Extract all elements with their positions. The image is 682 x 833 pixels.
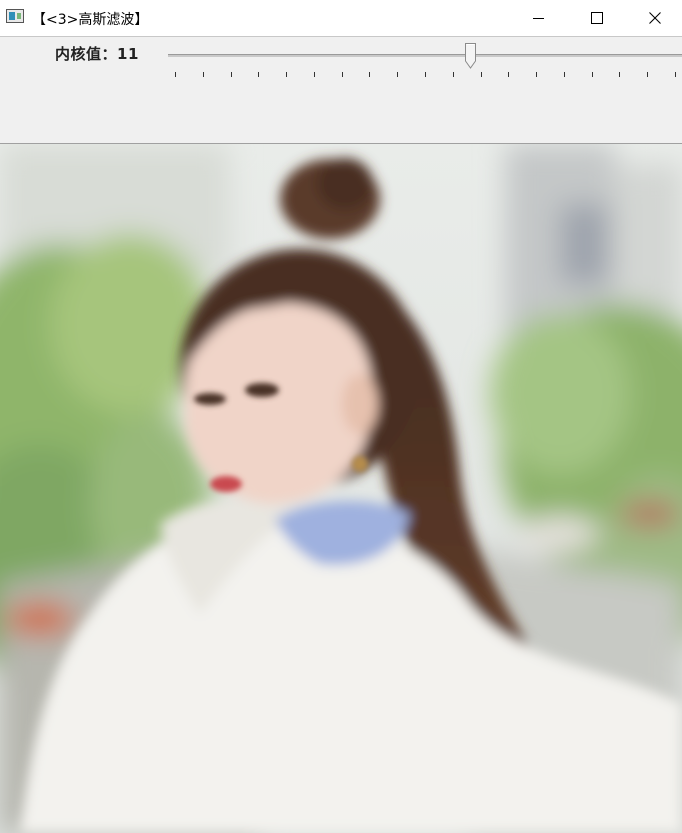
trackbar-value: 11: [117, 45, 139, 63]
slider-tick: [675, 72, 676, 77]
trackbar-panel: 内核值：11: [0, 36, 682, 144]
slider-tick: [341, 72, 343, 77]
slider-tick: [397, 72, 399, 77]
app-icon: [6, 9, 24, 23]
slider-thumb[interactable]: [465, 43, 476, 69]
slider-tick: [563, 72, 565, 77]
slider-tick: [230, 72, 232, 77]
maximize-icon: [591, 12, 603, 24]
slider-tick: [452, 72, 454, 77]
kernel-size-slider[interactable]: [168, 43, 682, 83]
slider-tick: [480, 72, 482, 77]
slider-tick: [175, 72, 176, 77]
title-bar: 【<3>高斯滤波】: [0, 0, 682, 36]
maximize-button[interactable]: [568, 0, 626, 36]
slider-tick: [258, 72, 260, 77]
slider-tick: [425, 72, 426, 77]
slider-tick: [647, 72, 649, 77]
slider-track[interactable]: [168, 54, 682, 57]
slider-tick: [286, 72, 288, 77]
trackbar-name: 内核值：: [55, 45, 118, 63]
slider-tick: [313, 72, 315, 77]
slider-tick: [619, 72, 621, 77]
slider-tick: [591, 72, 593, 77]
photo-icon: [0, 144, 682, 833]
trackbar-label: 内核值：11: [55, 43, 139, 64]
minimize-icon: [533, 18, 544, 19]
slider-ticks: [168, 72, 682, 78]
window-title: 【<3>高斯滤波】: [32, 12, 149, 28]
filtered-image: [0, 144, 682, 833]
slider-tick: [202, 72, 204, 77]
close-icon: [649, 12, 661, 24]
minimize-button[interactable]: [510, 0, 568, 36]
slider-tick: [369, 72, 371, 77]
close-button[interactable]: [626, 0, 682, 36]
slider-tick: [508, 72, 510, 77]
slider-tick: [536, 72, 538, 77]
